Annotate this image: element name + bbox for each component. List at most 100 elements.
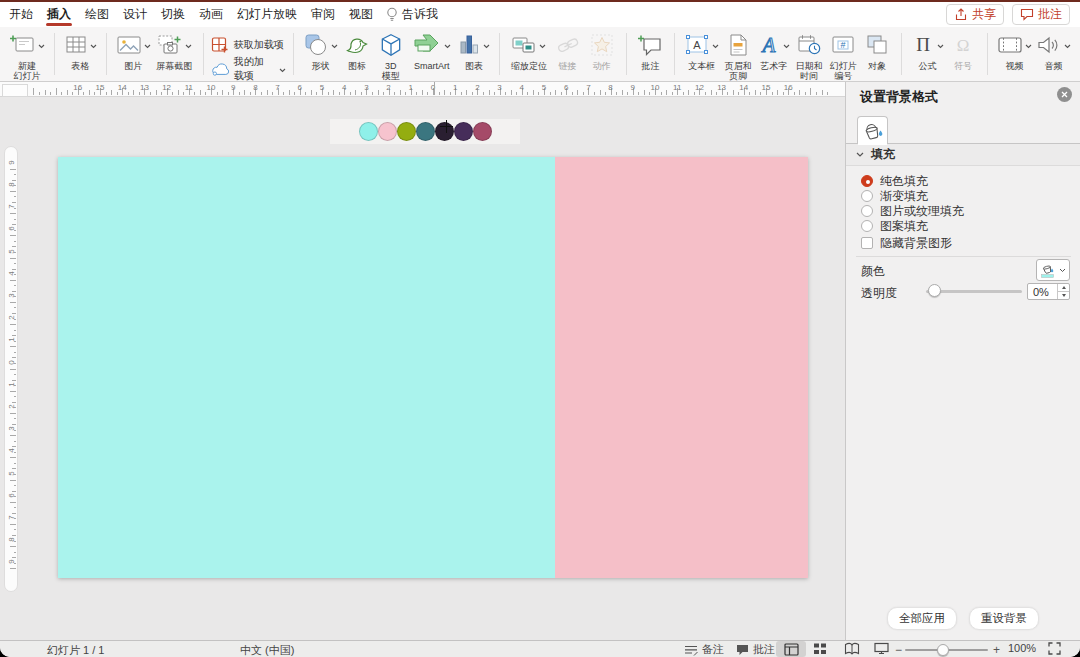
- slide-sorter-view-button[interactable]: [813, 642, 827, 655]
- menu-tab-幻灯片放映[interactable]: 幻灯片放映: [230, 2, 304, 27]
- menu-tab-审阅[interactable]: 审阅: [304, 2, 342, 27]
- ribbon-button-图标[interactable]: 图标: [342, 31, 372, 71]
- comments-button[interactable]: 批注: [1012, 4, 1070, 25]
- color-swatch-7[interactable]: [473, 122, 492, 141]
- menu-tab-动画[interactable]: 动画: [192, 2, 230, 27]
- ribbon-button-艺术字[interactable]: A艺术字: [757, 31, 790, 71]
- zoom-slider-knob[interactable]: [937, 644, 949, 656]
- ribbon-button-公式[interactable]: Π公式: [911, 31, 944, 71]
- panel-close-button[interactable]: [1057, 87, 1072, 102]
- language-indicator[interactable]: 中文 (中国): [240, 643, 294, 657]
- cube-3d-icon: [378, 32, 404, 58]
- ruler-number: 3: [364, 83, 368, 92]
- slide-canvas[interactable]: [58, 157, 808, 578]
- slide-background-right-half[interactable]: [555, 157, 808, 578]
- menu-tab-开始[interactable]: 开始: [2, 2, 40, 27]
- share-button[interactable]: 共享: [946, 4, 1004, 25]
- ruler-tick: [444, 90, 445, 95]
- spinner-down[interactable]: [1058, 292, 1069, 299]
- fit-slide-button[interactable]: [1048, 642, 1061, 655]
- radio-button[interactable]: [861, 205, 873, 217]
- ribbon-button-页眉和页脚[interactable]: 页眉和页脚: [723, 31, 753, 81]
- color-picker-button[interactable]: [1036, 259, 1070, 281]
- ribbon-button-屏幕截图[interactable]: 屏幕截图: [155, 31, 194, 71]
- zoom-level[interactable]: 100%: [1008, 642, 1036, 654]
- menu-tab-视图[interactable]: 视图: [342, 2, 380, 27]
- apply-to-all-button[interactable]: 全部应用: [887, 607, 957, 630]
- color-swatch-2[interactable]: [378, 122, 397, 141]
- ribbon-button-批注[interactable]: 批注: [635, 31, 665, 71]
- fill-section-header[interactable]: 填充: [846, 144, 1080, 166]
- normal-view-button[interactable]: [776, 641, 806, 657]
- fill-option-渐变填充[interactable]: 渐变填充: [861, 189, 928, 203]
- ribbon-button-视频[interactable]: 视频: [997, 31, 1032, 71]
- fill-option-图案填充[interactable]: 图案填充: [861, 219, 928, 233]
- ribbon-button-表格[interactable]: 表格: [64, 31, 97, 71]
- ruler-tick: [483, 92, 484, 95]
- notes-label: 备注: [702, 642, 724, 657]
- hide-background-graphics-option[interactable]: 隐藏背景图形: [861, 236, 952, 250]
- ruler-tick: [161, 92, 162, 95]
- ribbon-button-缩放定位[interactable]: 缩放定位: [509, 31, 548, 71]
- ribbon-button-幻灯片编号[interactable]: #幻灯片编号: [828, 31, 858, 81]
- menu-tab-设计[interactable]: 设计: [116, 2, 154, 27]
- ribbon-button-新建幻灯片[interactable]: 新建幻灯片: [9, 31, 45, 81]
- menu-tab-插入[interactable]: 插入: [40, 2, 78, 27]
- hide-background-checkbox[interactable]: [861, 237, 873, 249]
- ribbon-button-文本框[interactable]: A文本框: [684, 31, 719, 71]
- ruler-number: 2: [475, 83, 479, 92]
- horizontal-ruler[interactable]: 1615141312111098765432101234567891011121…: [0, 82, 845, 97]
- zoom-out-button[interactable]: −: [895, 643, 902, 657]
- tell-me-tab[interactable]: 告诉我: [380, 6, 444, 23]
- chevron-down-icon: [483, 44, 490, 49]
- ribbon-button-音频[interactable]: 音频: [1036, 31, 1071, 71]
- radio-button[interactable]: [861, 220, 873, 232]
- color-swatch-4[interactable]: [416, 122, 435, 141]
- ruler-tick: [150, 92, 151, 95]
- ribbon-button-形状[interactable]: 形状: [303, 31, 338, 71]
- ruler-number: 14: [118, 83, 127, 92]
- chevron-down-icon: [1064, 44, 1071, 49]
- svg-text:Ω: Ω: [957, 36, 970, 55]
- zoom-in-button[interactable]: +: [993, 643, 1000, 657]
- ribbon-button-对象[interactable]: 对象: [862, 31, 892, 71]
- menu-tab-绘图[interactable]: 绘图: [78, 2, 116, 27]
- ruler-tick: [61, 92, 62, 95]
- reset-background-button[interactable]: 重设背景: [969, 607, 1039, 630]
- ribbon-button-SmartArt[interactable]: SmartArt: [410, 31, 454, 71]
- transparency-slider-knob[interactable]: [928, 284, 941, 297]
- ruler-tick: [350, 92, 351, 95]
- vertical-ruler[interactable]: 9876543210123456789: [4, 146, 18, 592]
- ribbon-button-图片[interactable]: 图片: [116, 31, 151, 71]
- ribbon-button-我的加载项[interactable]: 我的加载项: [211, 57, 286, 81]
- comments-toggle[interactable]: 批注: [736, 642, 775, 657]
- radio-button[interactable]: [861, 190, 873, 202]
- transparency-spinner[interactable]: 0%: [1027, 283, 1070, 300]
- slide-background-left-half[interactable]: [58, 157, 555, 578]
- notes-toggle[interactable]: 备注: [684, 642, 724, 657]
- spinner-up[interactable]: [1058, 284, 1069, 292]
- color-swatch-6[interactable]: [454, 122, 473, 141]
- ribbon-button-3D模型[interactable]: 3D模型: [376, 31, 406, 81]
- fill-option-纯色填充[interactable]: 纯色填充: [861, 174, 928, 188]
- spinner-steppers[interactable]: [1057, 284, 1069, 299]
- fill-tab[interactable]: [857, 116, 888, 144]
- slideshow-button[interactable]: [874, 642, 889, 655]
- fill-option-图片或纹理填充[interactable]: 图片或纹理填充: [861, 204, 964, 218]
- ruler-tick: [505, 92, 506, 95]
- ruler-number: 4: [342, 83, 346, 92]
- ruler-tick: [472, 92, 473, 95]
- radio-button[interactable]: [861, 175, 873, 187]
- reading-view-button[interactable]: [844, 642, 860, 655]
- ruler-number: 6: [7, 489, 16, 501]
- ribbon-button-图表[interactable]: 图表: [457, 31, 490, 71]
- color-swatch-3[interactable]: [397, 122, 416, 141]
- ribbon-button-label: 幻灯片编号: [830, 61, 857, 81]
- ribbon-button-获取加载项[interactable]: 获取加载项: [211, 33, 286, 57]
- ruler-number: 11: [673, 83, 681, 92]
- ribbon-button-label: 图标: [348, 61, 366, 71]
- color-swatch-1[interactable]: [359, 122, 378, 141]
- menu-tab-切换[interactable]: 切换: [154, 2, 192, 27]
- ribbon-button-日期和时间[interactable]: 日期和时间: [794, 31, 824, 81]
- comment-icon: [1020, 8, 1034, 21]
